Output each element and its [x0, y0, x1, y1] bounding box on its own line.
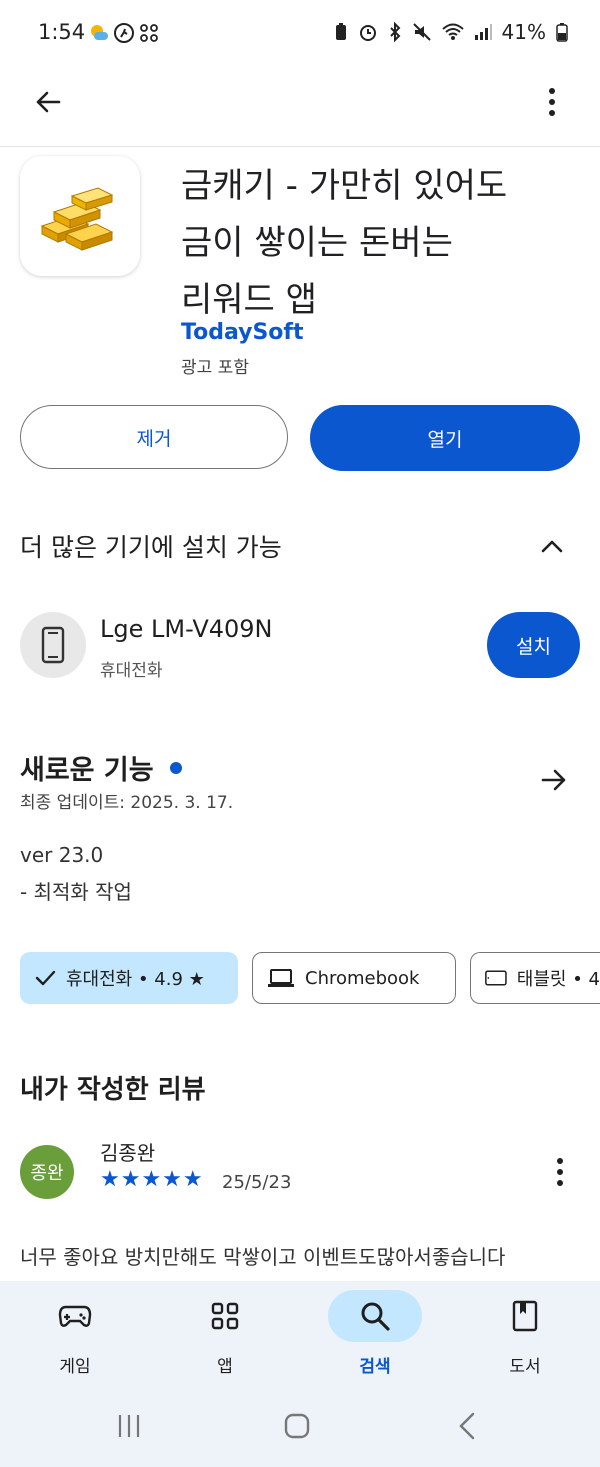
review-text: 너무 좋아요 방치만해도 막쌓이고 이벤트도많아서좋습니다: [20, 1245, 506, 1269]
recents-button[interactable]: [104, 1409, 154, 1443]
mute-icon: [412, 23, 431, 41]
laptop-icon: [268, 969, 294, 987]
device-name: Lge LM-V409N: [100, 615, 273, 643]
nav-books-label: 도서: [509, 1357, 541, 1377]
home-icon: [284, 1413, 310, 1439]
status-time: 1:54: [38, 20, 86, 44]
device-type: 휴대전화: [100, 661, 163, 681]
review-date: 25/5/23: [222, 1172, 292, 1193]
battery-icon: [556, 23, 568, 42]
app-title-line-1: 금캐기 - 가만히 있어도: [181, 166, 508, 206]
gold-bars-icon: [40, 187, 114, 251]
book-icon: [512, 1300, 538, 1332]
nav-games-label: 게임: [59, 1357, 91, 1377]
nav-books[interactable]: 도서: [450, 1281, 600, 1391]
check-icon: [35, 970, 56, 986]
alarm-icon: [359, 25, 376, 41]
chevron-up-icon: [541, 540, 563, 553]
chip-phone-label: 휴대전화 • 4.9 ★: [66, 969, 205, 990]
update-note: - 최적화 작업: [20, 880, 132, 904]
signal-icon: [474, 24, 492, 40]
arrow-forward-icon: [541, 769, 566, 791]
nav-search[interactable]: 검색: [300, 1281, 450, 1391]
top-app-bar: [0, 68, 600, 147]
chip-chromebook[interactable]: Chromebook: [252, 952, 456, 1004]
apps-grid-icon: [211, 1302, 239, 1330]
battery-percent: 41%: [501, 20, 546, 44]
app-icon: [20, 156, 140, 276]
install-button[interactable]: 설치: [487, 612, 580, 678]
open-button[interactable]: 열기: [310, 405, 580, 471]
device-avatar: [20, 612, 86, 678]
chip-tablet-label: 태블릿 • 4: [516, 969, 600, 990]
review-more-button[interactable]: [540, 1150, 580, 1194]
review-author: 김종완: [100, 1141, 156, 1165]
nav-games-pill: [28, 1290, 122, 1342]
status-bar: 1:54 41%: [0, 0, 600, 68]
more-devices-heading: 더 많은 기기에 설치 가능: [20, 533, 282, 562]
running-icon: [113, 22, 135, 48]
grid-dots-icon: [138, 22, 160, 48]
more-vert-icon: [549, 88, 555, 116]
search-icon: [361, 1302, 390, 1331]
battery-saver-icon: [335, 23, 346, 40]
recents-icon: [118, 1415, 140, 1437]
gamepad-icon: [58, 1305, 92, 1327]
weather-icon: [88, 22, 110, 48]
app-title: 금캐기 - 가만히 있어도 금이 쌓이는 돈버는 리워드 앱: [181, 158, 571, 329]
more-options-button[interactable]: [530, 80, 574, 124]
developer-link[interactable]: TodaySoft: [181, 320, 304, 345]
last-updated: 최종 업데이트: 2025. 3. 17.: [20, 793, 234, 813]
nav-books-pill: [478, 1290, 572, 1342]
ads-label: 광고 포함: [181, 358, 249, 378]
version-text: ver 23.0: [20, 843, 104, 867]
status-right: 41%: [334, 20, 568, 44]
back-arrow-icon: [36, 91, 61, 113]
more-vert-icon: [557, 1158, 563, 1186]
whats-new-heading: 새로운 기능: [20, 755, 154, 786]
bluetooth-icon: [389, 22, 400, 42]
nav-apps[interactable]: 앱: [150, 1281, 300, 1391]
collapse-button[interactable]: [530, 526, 574, 566]
home-button[interactable]: [272, 1407, 322, 1445]
back-button[interactable]: [26, 80, 70, 124]
bottom-navigation: 게임 앱 검색 도서: [0, 1281, 600, 1467]
nav-search-pill: [328, 1290, 422, 1342]
phone-icon: [41, 626, 65, 664]
nav-games[interactable]: 게임: [0, 1281, 150, 1391]
wifi-icon: [441, 23, 464, 40]
nav-search-label: 검색: [359, 1357, 391, 1377]
new-indicator-dot: [169, 761, 182, 774]
avatar: 종완: [20, 1145, 74, 1199]
nav-apps-label: 앱: [217, 1357, 233, 1377]
chip-chromebook-label: Chromebook: [305, 967, 420, 989]
system-back-button[interactable]: [442, 1407, 492, 1445]
chevron-left-icon: [459, 1412, 475, 1440]
whats-new-header[interactable]: 새로운 기능: [20, 748, 182, 787]
tablet-icon: [485, 970, 507, 986]
uninstall-button[interactable]: 제거: [20, 405, 288, 469]
chip-phone[interactable]: 휴대전화 • 4.9 ★: [20, 952, 238, 1004]
whats-new-arrow-button[interactable]: [532, 758, 576, 802]
review-stars: ★★★★★: [100, 1167, 204, 1192]
chip-tablet[interactable]: 태블릿 • 4: [470, 952, 600, 1004]
nav-apps-pill: [178, 1290, 272, 1342]
app-title-line-2: 금이 쌓이는 돈버는: [181, 223, 453, 263]
my-review-heading: 내가 작성한 리뷰: [20, 1075, 206, 1105]
